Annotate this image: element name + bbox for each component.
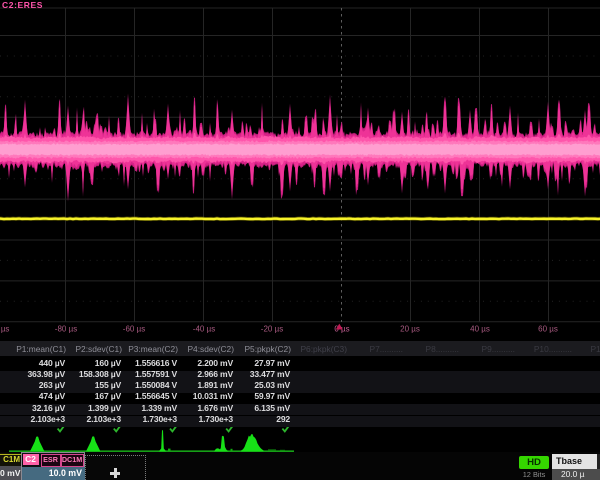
svg-text:20 µs: 20 µs <box>400 325 420 334</box>
svg-text:-40 µs: -40 µs <box>193 325 215 334</box>
svg-text:40 µs: 40 µs <box>470 325 490 334</box>
svg-text:-80 µs: -80 µs <box>55 325 77 334</box>
svg-text:-100 µs: -100 µs <box>0 325 9 334</box>
svg-text:-20 µs: -20 µs <box>261 325 283 334</box>
svg-text:60 µs: 60 µs <box>538 325 558 334</box>
svg-text:-60 µs: -60 µs <box>123 325 145 334</box>
